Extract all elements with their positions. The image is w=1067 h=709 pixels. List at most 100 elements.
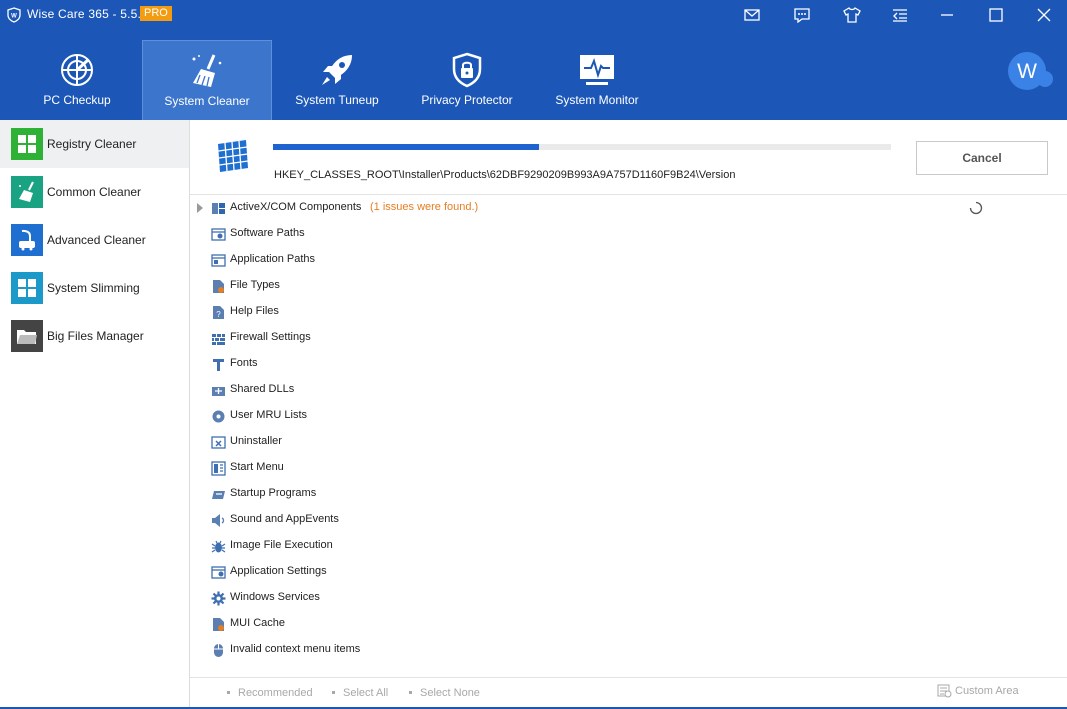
cancel-button[interactable]: Cancel xyxy=(916,141,1048,175)
category-row[interactable]: Application Settings xyxy=(190,559,1067,585)
category-row[interactable]: ? Help Files xyxy=(190,299,1067,325)
application-paths-icon xyxy=(211,254,226,267)
category-row[interactable]: Startup Programs xyxy=(190,481,1067,507)
select-all-label: Select All xyxy=(343,687,389,699)
category-label: MUI Cache xyxy=(230,617,286,629)
nav-label: System Cleaner xyxy=(164,94,250,108)
recommended-label: Recommended xyxy=(238,687,313,699)
select-none-link[interactable]: Select None xyxy=(409,687,480,699)
maximize-icon[interactable] xyxy=(985,4,1007,26)
software-paths-icon xyxy=(211,228,226,241)
monitor-icon xyxy=(577,52,617,88)
uninstaller-icon xyxy=(211,436,226,449)
category-row[interactable]: Uninstaller xyxy=(190,429,1067,455)
sidebar-item-label: Registry Cleaner xyxy=(47,137,137,151)
nav-system-cleaner[interactable]: System Cleaner xyxy=(142,40,272,120)
sidebar-item-common-cleaner[interactable]: Common Cleaner xyxy=(0,168,189,216)
mui-cache-icon xyxy=(213,618,224,631)
category-label: Image File Execution xyxy=(230,539,333,551)
pro-badge: PRO xyxy=(140,6,172,21)
help-files-icon: ? xyxy=(213,306,224,319)
svg-text:W: W xyxy=(11,14,17,20)
category-row[interactable]: Sound and AppEvents xyxy=(190,507,1067,533)
category-label: Start Menu xyxy=(230,461,284,473)
nav-pc-checkup[interactable]: PC Checkup xyxy=(12,40,142,120)
close-icon[interactable] xyxy=(1033,4,1055,26)
broom-icon xyxy=(11,176,43,208)
category-row[interactable]: Shared DLLs xyxy=(190,377,1067,403)
firewall-icon xyxy=(212,334,225,345)
category-row[interactable]: ActiveX/COM Components (1 issues were fou… xyxy=(190,195,1067,221)
nav-system-monitor[interactable]: System Monitor xyxy=(532,40,662,120)
category-row[interactable]: Application Paths xyxy=(190,247,1067,273)
custom-area-button[interactable]: Custom Area xyxy=(937,684,1019,698)
sidebar-item-advanced-cleaner[interactable]: Advanced Cleaner xyxy=(0,216,189,264)
sidebar-item-label: Advanced Cleaner xyxy=(47,233,146,247)
feedback-icon[interactable] xyxy=(791,4,813,26)
menu-icon[interactable] xyxy=(889,4,911,26)
issues-found-text: (1 issues were found.) xyxy=(370,201,479,213)
category-label: Application Settings xyxy=(230,565,327,577)
main-nav: PC Checkup System Cleaner System Tuneup … xyxy=(12,40,662,120)
svg-text:W: W xyxy=(1017,60,1037,83)
category-label: Help Files xyxy=(230,305,279,317)
loading-spinner-icon xyxy=(969,201,983,215)
expand-arrow-icon[interactable] xyxy=(197,203,203,213)
app-logo-icon: W xyxy=(7,7,21,23)
category-label: Invalid context menu items xyxy=(230,643,361,655)
category-label: File Types xyxy=(230,279,280,291)
shared-dlls-icon xyxy=(212,387,225,396)
category-label: Application Paths xyxy=(230,253,315,265)
file-types-icon xyxy=(213,280,224,293)
sidebar-item-system-slimming[interactable]: System Slimming xyxy=(0,264,189,312)
custom-area-icon xyxy=(937,684,952,698)
rocket-icon xyxy=(317,52,357,88)
sidebar-item-label: Big Files Manager xyxy=(47,329,144,343)
category-row[interactable]: Start Menu xyxy=(190,455,1067,481)
startup-icon xyxy=(212,491,225,499)
mouse-icon xyxy=(214,644,223,657)
category-label: Startup Programs xyxy=(230,487,317,499)
recommended-link[interactable]: Recommended xyxy=(227,687,313,699)
title-bar: W Wise Care 365 - 5.5.5 PRO xyxy=(0,0,1067,30)
sidebar-item-label: Common Cleaner xyxy=(47,185,142,199)
nav-label: Privacy Protector xyxy=(421,93,513,107)
nav-privacy-protector[interactable]: Privacy Protector xyxy=(402,40,532,120)
category-label: Sound and AppEvents xyxy=(230,513,339,525)
avatar[interactable]: W xyxy=(1007,51,1053,91)
sidebar: Registry Cleaner Common Cleaner Advanced… xyxy=(0,120,190,709)
category-row[interactable]: User MRU Lists xyxy=(190,403,1067,429)
activex-icon xyxy=(212,203,225,214)
category-row[interactable]: Firewall Settings xyxy=(190,325,1067,351)
broom-icon xyxy=(187,53,227,89)
scan-current-path: HKEY_CLASSES_ROOT\Installer\Products\62D… xyxy=(274,169,736,181)
main-panel: HKEY_CLASSES_ROOT\Installer\Products\62D… xyxy=(190,120,1067,709)
category-label: Uninstaller xyxy=(230,435,282,447)
footer-bar: Recommended Select All Select None Custo… xyxy=(190,677,1067,709)
nav-system-tuneup[interactable]: System Tuneup xyxy=(272,40,402,120)
category-label: Fonts xyxy=(230,357,258,369)
category-row[interactable]: Fonts xyxy=(190,351,1067,377)
sidebar-item-label: System Slimming xyxy=(47,281,140,295)
fonts-icon xyxy=(213,359,224,371)
nav-label: System Monitor xyxy=(555,93,639,107)
sidebar-item-registry-cleaner[interactable]: Registry Cleaner xyxy=(0,120,189,168)
category-label: Shared DLLs xyxy=(230,383,295,395)
category-row[interactable]: Windows Services xyxy=(190,585,1067,611)
category-row[interactable]: Invalid context menu items xyxy=(190,637,1067,663)
mru-icon xyxy=(212,410,225,423)
skin-icon[interactable] xyxy=(841,4,863,26)
category-label: User MRU Lists xyxy=(230,409,308,421)
registry-scan-icon xyxy=(218,140,249,172)
sidebar-item-big-files-manager[interactable]: Big Files Manager xyxy=(0,312,189,360)
app-header: W Wise Care 365 - 5.5.5 PRO PC Checkup S… xyxy=(0,0,1067,120)
vacuum-icon xyxy=(11,224,43,256)
category-row[interactable]: MUI Cache xyxy=(190,611,1067,637)
minimize-icon[interactable] xyxy=(936,4,958,26)
nav-label: PC Checkup xyxy=(43,93,111,107)
category-row[interactable]: Image File Execution xyxy=(190,533,1067,559)
select-all-link[interactable]: Select All xyxy=(332,687,388,699)
category-row[interactable]: File Types xyxy=(190,273,1067,299)
category-row[interactable]: Software Paths xyxy=(190,221,1067,247)
mail-icon[interactable] xyxy=(741,4,763,26)
